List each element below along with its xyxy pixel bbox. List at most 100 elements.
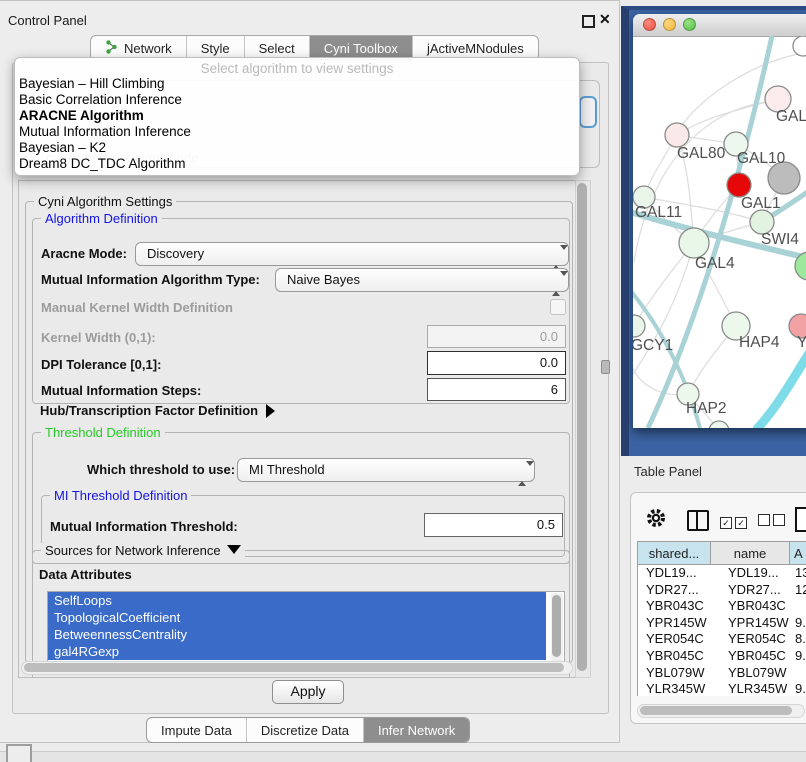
list-item[interactable]: gal4RGexp [48,643,546,660]
network-canvas[interactable]: GAL GAL80 GAL10 GAL1 GAL11 SWI4 GAL4 GCY… [633,36,806,428]
kernel-width-field[interactable]: 0.0 [427,325,566,348]
node-label: Y [797,334,806,351]
export-table-icon[interactable] [795,507,806,532]
node-label: GCY1 [633,337,673,354]
gear-icon[interactable] [645,507,667,534]
table-row[interactable]: YPR145WYPR145W9. [638,615,806,632]
table-row[interactable]: YBL079WYBL079W [638,665,806,682]
mi-steps-field[interactable]: 6 [427,378,566,401]
network-labels: GAL GAL80 GAL10 GAL1 GAL11 SWI4 GAL4 GCY… [633,108,806,417]
settings-hscrollbar[interactable] [21,661,573,675]
network-icon [105,40,118,57]
table-row[interactable]: YDL19...YDL19...13 [638,565,806,582]
kernel-width-value: 0.0 [540,329,558,344]
node-label: HAP2 [686,400,727,417]
background-combo-stepper [579,96,597,128]
mi-steps-label: Mutual Information Steps: [41,383,201,398]
node-gal1[interactable] [727,173,751,197]
combo-arrows-icon [552,273,560,295]
data-attributes-label: Data Attributes [39,567,132,582]
manual-kernel-label: Manual Kernel Width Definition [41,300,233,315]
sources-title[interactable]: Sources for Network Inference [41,543,245,558]
list-item[interactable]: BetweennessCentrality [48,626,546,643]
mi-threshold-value: 0.5 [537,517,555,532]
footer-bar [0,751,806,762]
show-columns-icon[interactable] [687,510,709,531]
menu-item[interactable]: Dream8 DC_TDC Algorithm [15,156,579,172]
deselect-all-icon[interactable] [758,513,788,531]
table-row[interactable]: YLR345WYLR345W9. [638,681,806,696]
mi-type-combobox[interactable]: Naive Bayes [275,268,569,292]
collapse-down-icon [227,545,241,554]
splitter-handle[interactable] [601,360,610,374]
tab-discretize-data-label: Discretize Data [261,723,349,738]
table-row[interactable]: YER054CYER054C8. [638,631,806,648]
mi-threshold-definition-title: MI Threshold Definition [50,488,191,503]
app-root: Control Panel ✕ Network Style Select Cyn… [0,0,806,762]
column-header-partial[interactable]: A [790,541,806,565]
table-row[interactable]: YBR043CYBR043C [638,598,806,615]
table-row[interactable]: YBR045CYBR045C9. [638,648,806,665]
tab-discretize-data[interactable]: Discretize Data [247,718,364,742]
node-gal4[interactable] [679,228,709,258]
tab-cyni-toolbox-label: Cyni Toolbox [324,41,398,56]
which-threshold-combobox[interactable]: MI Threshold [237,458,535,482]
cyni-algorithm-settings-title: Cyni Algorithm Settings [34,194,176,209]
table-rows: YDL19...YDL19...13 YDR27...YDR27...12 YB… [637,565,806,696]
menu-item[interactable]: Basic Correlation Inference [15,92,579,108]
column-header-name[interactable]: name [711,541,790,565]
tab-impute-data[interactable]: Impute Data [147,718,247,742]
tab-infer-network[interactable]: Infer Network [364,718,469,742]
tab-select-label: Select [259,41,295,56]
table-panel-title: Table Panel [634,464,702,479]
apply-button[interactable]: Apply [272,680,344,704]
list-item[interactable]: SelfLoops [48,592,546,609]
node-label: GAL11 [635,204,682,221]
tab-jactivemnodules-label: jActiveMNodules [427,41,524,56]
manual-kernel-checkbox[interactable] [550,299,566,315]
hub-definition-expander[interactable]: Hub/Transcription Factor Definition [40,403,275,418]
node-gal80[interactable] [665,123,689,147]
tab-impute-data-label: Impute Data [161,723,232,738]
close-icon[interactable]: ✕ [599,11,611,28]
mi-threshold-field[interactable]: 0.5 [424,513,563,537]
bottom-tabbar: Impute Data Discretize Data Infer Networ… [146,717,470,743]
menu-item-selected[interactable]: ARACNE Algorithm [15,108,579,124]
menu-item[interactable]: Bayesian – Hill Climbing [15,76,579,92]
node-label: GAL10 [737,150,786,167]
column-header-label: shared... [649,546,700,561]
control-panel-title: Control Panel [8,13,87,28]
menu-item[interactable]: Bayesian – K2 [15,140,579,156]
list-item[interactable]: TopologicalCoefficient [48,609,546,626]
node[interactable] [793,36,806,56]
cyni-algorithm-settings-group: Cyni Algorithm Settings Algorithm Defini… [25,201,573,663]
node-label: GAL4 [695,255,735,272]
algorithm-popup: Select algorithm to view settings Bayesi… [14,57,580,176]
data-attributes-list: SelfLoops TopologicalCoefficient Between… [47,591,565,671]
node-gcy1[interactable] [633,315,645,337]
zoom-traffic-light[interactable] [683,18,696,31]
hub-definition-label: Hub/Transcription Factor Definition [40,403,258,418]
node-label: SWI4 [761,231,799,248]
aracne-mode-combobox[interactable]: Discovery [135,242,569,266]
minimize-traffic-light[interactable] [663,18,676,31]
attributes-scrollbar[interactable] [551,593,563,669]
combo-arrows-icon [518,463,526,485]
dpi-tolerance-field[interactable]: 0.0 [427,351,566,375]
network-view-frame: GAL GAL80 GAL10 GAL1 GAL11 SWI4 GAL4 GCY… [621,6,806,456]
select-all-icon[interactable]: ✓✓ [720,513,750,531]
network-window: GAL GAL80 GAL10 GAL1 GAL11 SWI4 GAL4 GCY… [633,14,806,428]
kernel-width-label: Kernel Width (0,1): [41,330,156,345]
column-header-shared-name[interactable]: shared... [637,541,711,565]
table-row[interactable]: YDR27...YDR27...12 [638,582,806,599]
network-window-titlebar[interactable] [633,14,806,37]
threshold-definition-title: Threshold Definition [41,425,165,440]
float-panel-icon[interactable] [582,15,595,28]
floating-panel-icon[interactable] [6,744,32,762]
tab-network-label: Network [124,41,172,56]
settings-vscrollbar[interactable] [575,180,591,678]
menu-item[interactable]: Mutual Information Inference [15,124,579,140]
which-threshold-value: MI Threshold [249,462,325,477]
table-hscrollbar[interactable] [637,704,805,718]
close-traffic-light[interactable] [643,18,656,31]
